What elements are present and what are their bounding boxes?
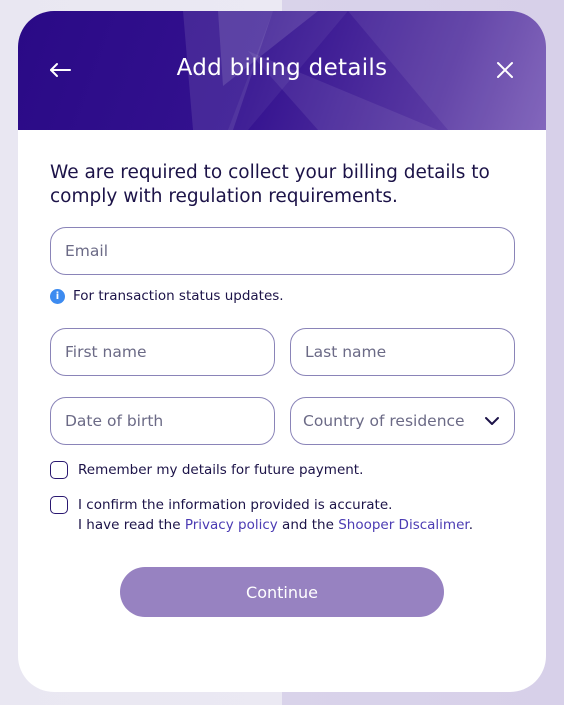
last-name-field[interactable] <box>290 328 515 376</box>
date-of-birth-field[interactable] <box>50 397 275 445</box>
remember-checkbox[interactable] <box>50 461 68 479</box>
confirm-prefix: I have read the <box>78 517 185 533</box>
email-hint-text: For transaction status updates. <box>73 288 284 304</box>
country-placeholder: Country of residence <box>303 412 465 430</box>
first-name-input[interactable] <box>63 342 274 362</box>
email-field[interactable] <box>50 227 515 275</box>
intro-text: We are required to collect your billing … <box>50 162 490 207</box>
first-name-field[interactable] <box>50 328 275 376</box>
continue-button[interactable]: Continue <box>120 567 444 617</box>
billing-modal: Add billing details We are required to c… <box>18 11 546 692</box>
modal-title: Add billing details <box>176 55 388 81</box>
disclaimer-link[interactable]: Shooper Discalimer <box>338 517 469 533</box>
confirm-suffix: . <box>468 517 473 533</box>
close-button[interactable] <box>490 55 520 85</box>
last-name-input[interactable] <box>303 342 514 362</box>
email-hint: i For transaction status updates. <box>50 288 284 304</box>
confirm-mid: and the <box>277 517 339 533</box>
country-select[interactable]: Country of residence <box>290 397 515 445</box>
modal-header: Add billing details <box>18 11 546 130</box>
confirm-label: I confirm the information provided is ac… <box>78 495 473 535</box>
confirm-line-2: I have read the Privacy policy and the S… <box>78 515 473 535</box>
confirm-checkbox[interactable] <box>50 496 68 514</box>
privacy-policy-link[interactable]: Privacy policy <box>185 517 278 533</box>
info-icon: i <box>50 288 65 304</box>
date-of-birth-input[interactable] <box>63 411 274 431</box>
email-input[interactable] <box>63 241 514 261</box>
confirm-line-1: I confirm the information provided is ac… <box>78 497 393 513</box>
remember-label: Remember my details for future payment. <box>78 462 364 478</box>
close-icon <box>497 62 513 78</box>
chevron-down-icon <box>485 417 499 425</box>
